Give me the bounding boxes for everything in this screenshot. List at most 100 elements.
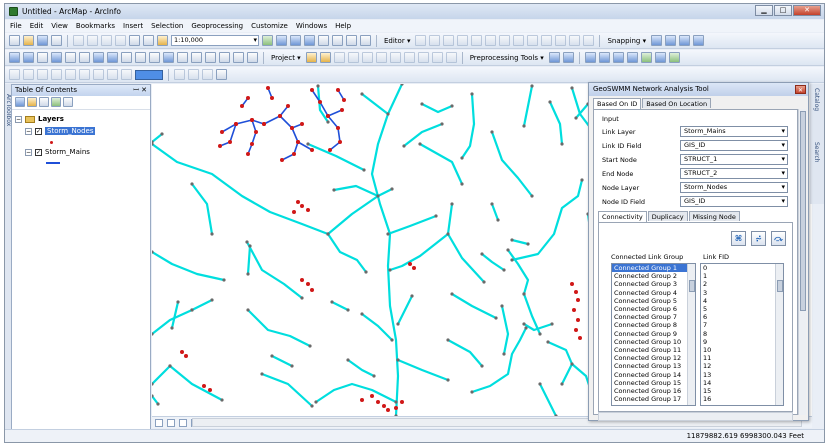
editor-toolbar-icon[interactable] <box>262 35 273 46</box>
zoom-out-icon[interactable] <box>23 52 34 63</box>
draw-tool-8-icon[interactable] <box>107 69 118 80</box>
menu-selection[interactable]: Selection <box>151 22 183 30</box>
end-point-arc-icon[interactable] <box>457 35 469 46</box>
save-icon[interactable] <box>37 35 48 46</box>
link-fid-item[interactable]: 6 <box>701 313 783 321</box>
groups-scroll-thumb[interactable] <box>689 280 695 292</box>
node-id-field-combo[interactable]: GIS_ID <box>680 196 788 207</box>
toc-layer-storm-mains[interactable]: − ✓ Storm_Mains <box>25 148 90 156</box>
link-id-field-combo[interactable]: GIS_ID <box>680 140 788 151</box>
tab-connectivity[interactable]: Connectivity <box>598 211 647 222</box>
connected-group-item[interactable]: Connected Group 9 <box>612 330 695 338</box>
full-extent-icon[interactable] <box>51 52 62 63</box>
list-by-drawing-order-icon[interactable] <box>15 97 25 107</box>
rotate-icon[interactable] <box>541 35 553 46</box>
search-tab[interactable]: Search <box>813 142 820 163</box>
paste-icon[interactable] <box>101 35 112 46</box>
sketch-properties-icon[interactable] <box>569 35 581 46</box>
straight-segment-icon[interactable] <box>443 35 455 46</box>
analysis-tool-2-icon[interactable] <box>598 52 610 63</box>
menu-view[interactable]: View <box>51 22 68 30</box>
list-by-source-icon[interactable] <box>27 97 37 107</box>
analysis-tool-1-icon[interactable] <box>584 52 596 63</box>
link-fid-item[interactable]: 16 <box>701 395 783 403</box>
node-layer-combo[interactable]: Storm_Nodes <box>680 182 788 193</box>
run-connectivity-icon[interactable]: ⌘ <box>731 231 746 246</box>
link-fid-item[interactable]: 8 <box>701 330 783 338</box>
layer-visibility-checkbox[interactable]: ✓ <box>35 127 42 135</box>
open-folder-icon[interactable] <box>23 35 34 46</box>
new-document-icon[interactable] <box>9 35 20 46</box>
export-tool-icon[interactable] <box>668 52 680 63</box>
fill-color-swatch[interactable] <box>135 69 163 80</box>
draw-tool-1-icon[interactable] <box>9 69 20 80</box>
add-data-icon[interactable] <box>157 35 168 46</box>
link-fid-item[interactable]: 14 <box>701 379 783 387</box>
groups-scrollbar[interactable] <box>687 264 695 405</box>
model-builder-icon[interactable] <box>346 35 357 46</box>
toc-options-icon[interactable] <box>63 97 73 107</box>
layer-visibility-checkbox[interactable]: ✓ <box>35 148 42 156</box>
table-of-contents-icon[interactable] <box>276 35 287 46</box>
snapping-menu[interactable]: Snapping ▾ <box>607 37 646 45</box>
maximize-button[interactable]: □ <box>774 5 792 16</box>
editor-menu[interactable]: Editor ▾ <box>384 37 410 45</box>
project-tool-5-icon[interactable] <box>389 52 401 63</box>
arctoolbox-icon[interactable] <box>318 35 329 46</box>
collapse-icon[interactable]: − <box>15 115 22 123</box>
link-fid-item[interactable]: 11 <box>701 354 783 362</box>
collapse-icon[interactable]: − <box>25 148 32 156</box>
redo-icon[interactable] <box>143 35 154 46</box>
catalog-icon[interactable] <box>290 35 301 46</box>
link-fid-item[interactable]: 5 <box>701 305 783 313</box>
connected-groups-list[interactable]: Connected Group 1 Connected Group 2 Connec… <box>611 263 696 406</box>
menu-insert[interactable]: Insert <box>123 22 143 30</box>
link-fid-item[interactable]: 4 <box>701 297 783 305</box>
dialog-scroll-thumb[interactable] <box>800 111 806 311</box>
select-features-icon[interactable] <box>121 52 132 63</box>
link-fid-item[interactable]: 10 <box>701 346 783 354</box>
create-features-icon[interactable] <box>583 35 595 46</box>
forward-extent-icon[interactable] <box>107 52 118 63</box>
zoom-in-icon[interactable] <box>9 52 20 63</box>
measure-icon[interactable] <box>205 52 216 63</box>
export-connectivity-icon[interactable]: ⤼ <box>771 231 786 246</box>
link-fid-item[interactable]: 2 <box>701 280 783 288</box>
identify-icon[interactable] <box>163 52 174 63</box>
connected-group-item[interactable]: Connected Group 2 <box>612 272 695 280</box>
connected-group-item[interactable]: Connected Group 15 <box>612 379 695 387</box>
project-folder-icon[interactable] <box>319 52 331 63</box>
data-view-icon[interactable] <box>167 418 175 427</box>
link-fid-item[interactable]: 0 <box>701 264 783 272</box>
project-tool-6-icon[interactable] <box>403 52 415 63</box>
map-scale-combo[interactable]: 1:10,000 <box>171 35 259 46</box>
dialog-close-button[interactable]: ✕ <box>795 85 806 94</box>
connected-group-item[interactable]: Connected Group 10 <box>612 338 695 346</box>
connected-group-item[interactable]: Connected Group 5 <box>612 297 695 305</box>
copy-icon[interactable] <box>87 35 98 46</box>
split-icon[interactable] <box>527 35 539 46</box>
attributes-icon[interactable] <box>555 35 567 46</box>
draw-tool-5-icon[interactable] <box>65 69 76 80</box>
print-icon[interactable] <box>51 35 62 46</box>
menu-windows[interactable]: Windows <box>296 22 327 30</box>
edit-tool-icon[interactable] <box>415 35 427 46</box>
link-layer-combo[interactable]: Storm_Mains <box>680 126 788 137</box>
tab-based-on-location[interactable]: Based On Location <box>642 98 712 108</box>
connected-group-item[interactable]: Connected Group 8 <box>612 321 695 329</box>
link-fid-item[interactable]: 3 <box>701 289 783 297</box>
connected-group-item[interactable]: Connected Group 7 <box>612 313 695 321</box>
layout-tool-2-icon[interactable] <box>188 69 199 80</box>
minimize-button[interactable]: ▁ <box>755 5 773 16</box>
fid-scrollbar[interactable] <box>775 264 783 405</box>
hyperlink-icon[interactable] <box>219 52 230 63</box>
menu-edit[interactable]: Edit <box>30 22 44 30</box>
help-icon[interactable] <box>626 52 638 63</box>
menu-file[interactable]: File <box>10 22 22 30</box>
point-snapping-icon[interactable] <box>651 35 663 46</box>
connected-group-item[interactable]: Connected Group 12 <box>612 354 695 362</box>
draw-tool-3-icon[interactable] <box>37 69 48 80</box>
menu-bookmarks[interactable]: Bookmarks <box>76 22 115 30</box>
fixed-zoom-in-icon[interactable] <box>65 52 76 63</box>
project-tool-1-icon[interactable] <box>333 52 345 63</box>
